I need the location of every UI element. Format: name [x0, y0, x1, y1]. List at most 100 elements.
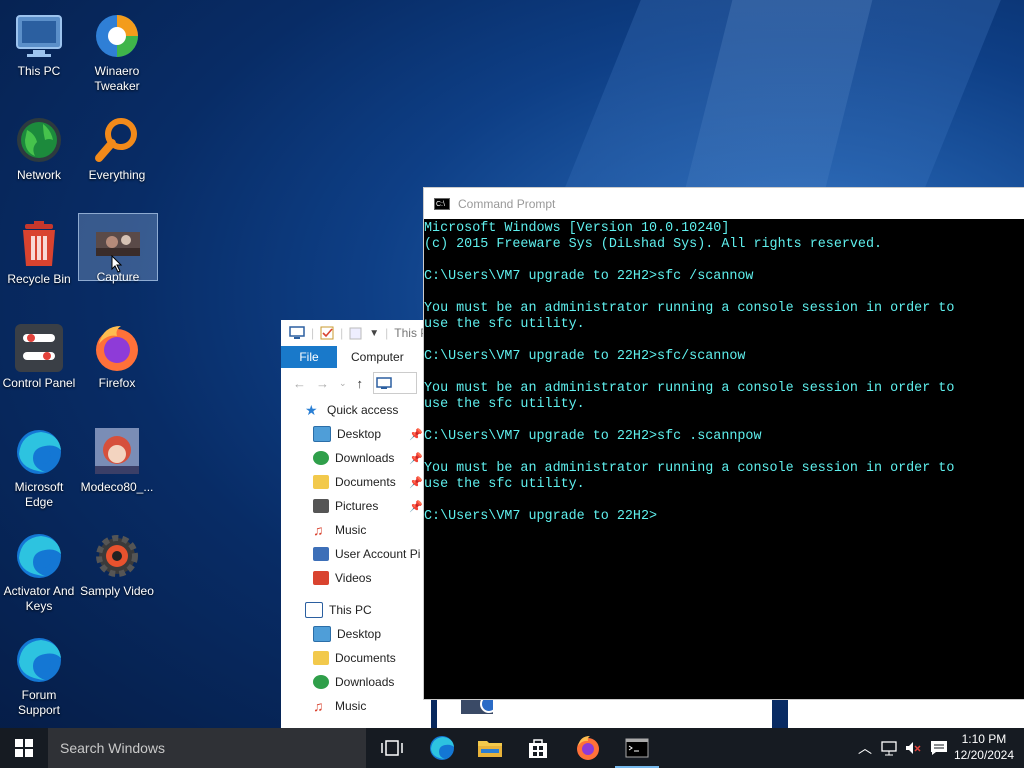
command-prompt-icon: [625, 738, 649, 758]
explorer-navbar: ← → ⌄ ↑: [281, 368, 431, 398]
search-placeholder: Search Windows: [60, 740, 166, 756]
console-line: use the sfc utility.: [424, 317, 585, 332]
nav-this-pc[interactable]: This PC: [281, 598, 431, 622]
show-hidden-icons-chevron-icon[interactable]: ︿: [856, 738, 874, 758]
music-icon: ♫: [313, 522, 324, 538]
nav-pc-documents[interactable]: Documents: [281, 646, 431, 670]
new-folder-icon[interactable]: [349, 326, 363, 340]
desktop-icon-label: Samply Video: [80, 584, 154, 598]
nav-downloads[interactable]: Downloads 📌: [281, 446, 431, 470]
console-line: (c) 2015 Freeware Sys (DiLshad Sys). All…: [424, 237, 883, 252]
file-explorer-window[interactable]: | | ▼ | This P File Computer ← → ⌄ ↑ ★ Q…: [281, 320, 431, 730]
desktop-icon-label: Modeco80_...: [80, 480, 154, 494]
desktop-icon-forum-support[interactable]: Forum Support: [0, 632, 78, 718]
nav-label: Desktop: [337, 627, 382, 641]
up-arrow-icon[interactable]: ↑: [357, 376, 364, 391]
desktop-icon-winaero-tweaker[interactable]: Winaero Tweaker: [78, 8, 156, 94]
taskbar-edge[interactable]: [418, 728, 466, 768]
pin-icon[interactable]: 📌: [409, 452, 423, 465]
customize-quick-access-icon[interactable]: ▼: [369, 328, 379, 339]
nav-quick-access[interactable]: ★ Quick access: [281, 398, 431, 422]
nav-documents[interactable]: Documents 📌: [281, 470, 431, 494]
anime-image-icon: [93, 428, 141, 476]
ribbon-tab-file[interactable]: File: [281, 346, 337, 368]
taskbar-file-explorer[interactable]: [466, 728, 514, 768]
desktop-icon-this-pc[interactable]: This PC: [0, 8, 78, 79]
desktop-folder-icon: [313, 426, 331, 442]
folder-icon: [478, 741, 502, 757]
command-prompt-icon: C:\: [434, 197, 450, 210]
edge-icon: [15, 532, 63, 580]
recycle-bin-icon: [15, 220, 63, 268]
command-prompt-window[interactable]: C:\ Command Prompt Microsoft Windows [Ve…: [423, 187, 1024, 700]
documents-icon: [313, 651, 329, 665]
cmd-titlebar[interactable]: C:\ Command Prompt: [424, 188, 1024, 219]
network-icon[interactable]: [880, 740, 898, 756]
nav-pc-downloads[interactable]: Downloads: [281, 670, 431, 694]
taskbar-firefox[interactable]: [564, 728, 612, 768]
winaero-tweaker-icon: [93, 12, 141, 60]
firefox-icon: [93, 324, 141, 372]
system-tray: ︿: [856, 728, 948, 768]
nav-videos[interactable]: Videos: [281, 566, 431, 590]
forward-arrow-icon[interactable]: →: [316, 376, 329, 391]
nav-label: Videos: [335, 571, 372, 585]
desktop-icon-samply-video[interactable]: Samply Video: [78, 528, 156, 599]
console-output[interactable]: Microsoft Windows [Version 10.0.10240] (c…: [424, 219, 1024, 525]
nav-label: Documents: [335, 651, 396, 665]
clock-date: 12/20/2024: [953, 748, 1014, 762]
taskbar-task-view[interactable]: [368, 728, 416, 768]
console-line: C:\Users\VM7 upgrade to 22H2>sfc/scannow: [424, 349, 746, 364]
desktop-icon-firefox[interactable]: Firefox: [78, 320, 156, 391]
console-line: use the sfc utility.: [424, 397, 585, 412]
pin-icon[interactable]: 📌: [409, 476, 423, 489]
nav-user-account-pictures[interactable]: User Account Pi: [281, 542, 431, 566]
desktop-icon-activator-and-keys[interactable]: Activator And Keys: [0, 528, 78, 614]
desktop-icon-recycle-bin[interactable]: Recycle Bin: [0, 216, 78, 287]
taskbar-store[interactable]: [514, 728, 562, 768]
properties-icon[interactable]: [320, 326, 334, 340]
desktop-icon-modeco80[interactable]: Modeco80_...: [78, 424, 156, 495]
nav-pc-music[interactable]: ♫ Music: [281, 694, 431, 718]
nav-pictures[interactable]: Pictures 📌: [281, 494, 431, 518]
nav-label: Pictures: [335, 499, 379, 513]
desktop-icon-label: Forum Support: [17, 688, 61, 717]
desktop-icon-control-panel[interactable]: Control Panel: [0, 320, 78, 391]
clock-time: 1:10 PM: [961, 732, 1007, 746]
desktop-icon-microsoft-edge[interactable]: Microsoft Edge: [0, 424, 78, 510]
nav-music[interactable]: ♫ Music: [281, 518, 431, 542]
address-bar[interactable]: [373, 372, 418, 394]
recent-chevron-icon[interactable]: ⌄: [339, 378, 347, 389]
explorer-titlebar[interactable]: | | ▼ | This P: [281, 320, 431, 346]
console-line: You must be an administrator running a c…: [424, 461, 955, 476]
start-button[interactable]: [0, 728, 48, 768]
nav-label: This PC: [329, 603, 372, 617]
background-window[interactable]: [788, 698, 1024, 730]
nav-desktop[interactable]: Desktop 📌: [281, 422, 431, 446]
edge-icon: [15, 636, 63, 684]
taskbar-search-box[interactable]: Search Windows: [48, 728, 366, 768]
desktop-icon-everything[interactable]: Everything: [78, 112, 156, 183]
taskbar-command-prompt[interactable]: [613, 728, 661, 768]
action-center-icon[interactable]: [930, 740, 948, 756]
taskbar-clock[interactable]: 1:10 PM 12/20/2024: [954, 731, 1014, 763]
nav-pc-desktop[interactable]: Desktop: [281, 622, 431, 646]
desktop-icon-label: Microsoft Edge: [14, 480, 64, 509]
computer-icon: [289, 326, 305, 339]
desktop-icon-network[interactable]: Network: [0, 112, 78, 183]
task-view-icon: [381, 740, 403, 756]
pin-icon[interactable]: 📌: [409, 500, 423, 513]
videos-icon: [313, 571, 329, 585]
pictures-icon: [313, 499, 329, 513]
background-window[interactable]: [437, 695, 772, 730]
windows-logo-icon: [15, 739, 33, 757]
explorer-ribbon: File Computer: [281, 346, 431, 368]
desktop-icon-label: This PC: [17, 64, 61, 78]
pin-icon[interactable]: 📌: [409, 428, 423, 441]
ribbon-tab-computer[interactable]: Computer: [337, 350, 404, 364]
back-arrow-icon[interactable]: ←: [293, 376, 306, 391]
volume-muted-icon[interactable]: [904, 740, 922, 756]
